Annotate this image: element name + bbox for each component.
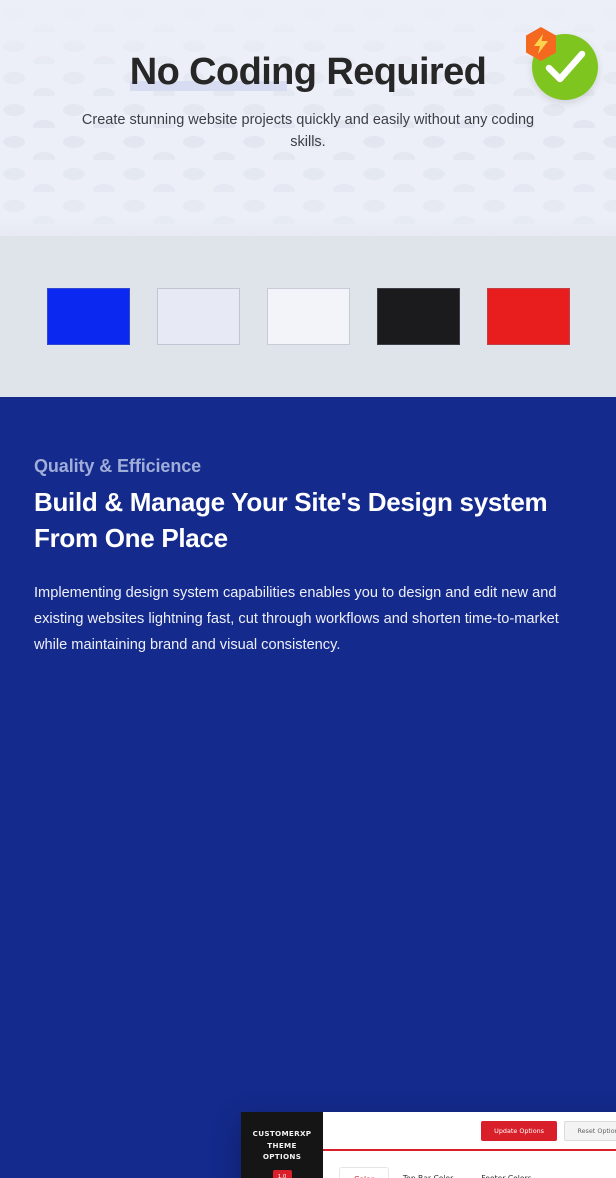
tab-color[interactable]: Color: [339, 1167, 389, 1178]
theme-options-screenshot: CUSTOMERXP THEME OPTIONS 1.0 General Set…: [241, 1112, 616, 1178]
color-swatch-brand-blue[interactable]: [46, 288, 130, 345]
color-swatch-strip: [0, 236, 616, 397]
brand-line-2: THEME OPTIONS: [262, 1140, 302, 1162]
theme-options-toolbar: Update Options Reset Options: [323, 1112, 616, 1151]
hero-section: No Coding Required Create stunning websi…: [0, 0, 616, 236]
reset-options-button[interactable]: Reset Options: [564, 1121, 616, 1141]
tab-footer-colors[interactable]: Footer Colors: [467, 1167, 545, 1178]
color-swatch-near-black[interactable]: [376, 288, 460, 345]
page-title: No Coding Required: [129, 51, 487, 94]
feature-section: Quality & Efficience Build & Manage Your…: [0, 397, 616, 1178]
color-swatch-off-white[interactable]: [266, 288, 350, 345]
lightning-hexagon-icon: [526, 27, 556, 61]
color-swatch-brand-red[interactable]: [486, 288, 570, 345]
tab-top-bar-color[interactable]: Top Bar Color: [389, 1167, 467, 1178]
hero-badge: [524, 26, 600, 102]
feature-paragraph: Implementing design system capabilities …: [34, 584, 559, 653]
theme-options-brand: CUSTOMERXP THEME OPTIONS: [241, 1112, 323, 1163]
page-root: No Coding Required Create stunning websi…: [0, 0, 616, 1178]
page-title-text: No Coding Required: [129, 51, 487, 93]
hero-subtitle: Create stunning website projects quickly…: [81, 111, 535, 150]
brand-line-1: CUSTOMERXP: [252, 1129, 312, 1138]
feature-heading: Build & Manage Your Site's Design system…: [34, 487, 548, 553]
theme-options-sidebar: CUSTOMERXP THEME OPTIONS 1.0 General Set…: [241, 1112, 323, 1178]
theme-options-tabs: ColorTop Bar ColorFooter Colors: [323, 1151, 616, 1178]
feature-copy: Quality & Efficience Build & Manage Your…: [0, 397, 616, 659]
version-badge: 1.0: [272, 1169, 292, 1178]
color-swatch-light-lavender[interactable]: [156, 288, 240, 345]
update-options-button[interactable]: Update Options: [481, 1121, 557, 1141]
feature-eyebrow: Quality & Efficience: [34, 456, 202, 476]
theme-options-main: Update Options Reset Options ColorTop Ba…: [323, 1112, 616, 1178]
